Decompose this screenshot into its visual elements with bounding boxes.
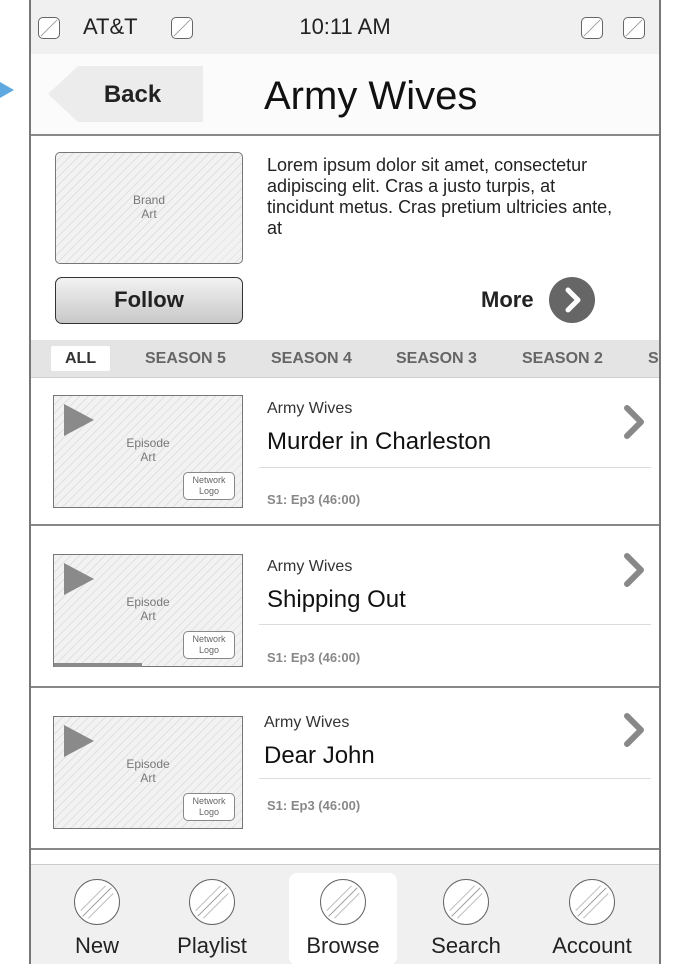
- annotation-arrow: [0, 82, 14, 98]
- show-description: Lorem ipsum dolor sit amet, consectetur …: [267, 155, 613, 238]
- search-icon: [443, 879, 489, 925]
- tab-new[interactable]: New: [49, 865, 145, 964]
- chevron-right-icon[interactable]: [621, 404, 647, 440]
- tab-season-5[interactable]: SEASON 5: [145, 346, 226, 371]
- tab-all[interactable]: ALL: [51, 346, 111, 371]
- status-bar: AT&T 10:11 AM: [31, 0, 659, 54]
- episode-art-label: Episode Art: [126, 595, 170, 623]
- episode-row[interactable]: Episode Art Network Logo Army Wives Dear J…: [31, 688, 659, 850]
- episode-show-name: Army Wives: [267, 558, 353, 575]
- browse-icon: [320, 879, 366, 925]
- tab-season-3[interactable]: SEASON 3: [396, 346, 477, 371]
- tab-search-label: Search: [431, 933, 501, 958]
- play-icon: [64, 725, 94, 757]
- watch-progress-bar: [54, 663, 143, 667]
- page-title: Army Wives: [264, 74, 478, 118]
- episode-art-placeholder[interactable]: Episode Art Network Logo: [53, 395, 243, 508]
- back-button-label: Back: [103, 81, 162, 108]
- play-icon: [64, 563, 94, 595]
- more-link[interactable]: More: [481, 287, 534, 313]
- episode-art-placeholder[interactable]: Episode Art Network Logo: [53, 716, 243, 829]
- back-button[interactable]: Back: [48, 66, 203, 122]
- chevron-right-icon: [565, 287, 581, 313]
- episode-show-name: Army Wives: [267, 400, 353, 417]
- tab-season-more[interactable]: SE: [648, 346, 659, 371]
- network-logo-placeholder: Network Logo: [183, 631, 235, 659]
- episode-row[interactable]: Episode Art Network Logo Army Wives Murder…: [31, 378, 659, 526]
- season-tabs: ALL SEASON 5 SEASON 4 SEASON 3 SEASON 2 …: [31, 340, 659, 378]
- episode-art-label: Episode Art: [126, 757, 170, 785]
- episode-art-label: Episode Art: [126, 436, 170, 464]
- episode-meta: S1: Ep3 (46:00): [267, 492, 361, 507]
- tab-season-4[interactable]: SEASON 4: [271, 346, 352, 371]
- brand-art-placeholder: Brand Art: [55, 152, 243, 264]
- playlist-icon: [189, 879, 235, 925]
- episode-row[interactable]: Episode Art Network Logo Army Wives Shippi…: [31, 526, 659, 688]
- episode-title: Murder in Charleston: [267, 428, 492, 455]
- account-icon: [569, 879, 615, 925]
- tab-browse-label: Browse: [306, 933, 380, 958]
- tab-browse[interactable]: Browse: [289, 873, 397, 964]
- episode-art-placeholder[interactable]: Episode Art Network Logo: [53, 554, 243, 667]
- brand-art-label: Brand Art: [132, 193, 166, 221]
- tab-playlist[interactable]: Playlist: [157, 865, 267, 964]
- tab-search[interactable]: Search: [411, 865, 521, 964]
- clock: 10:11 AM: [299, 14, 391, 39]
- network-logo-placeholder: Network Logo: [183, 472, 235, 500]
- chevron-right-icon[interactable]: [621, 712, 647, 748]
- new-icon: [74, 879, 120, 925]
- episode-meta: S1: Ep3 (46:00): [267, 798, 361, 813]
- tab-playlist-label: Playlist: [177, 933, 247, 958]
- phone-frame: AT&T 10:11 AM Back Army Wives Brand Art L…: [29, 0, 661, 964]
- tab-account-label: Account: [552, 933, 632, 958]
- row-divider: [259, 778, 651, 779]
- tab-account[interactable]: Account: [535, 865, 649, 964]
- network-logo-placeholder: Network Logo: [183, 793, 235, 821]
- episode-title: Shipping Out: [267, 586, 406, 613]
- tab-season-2[interactable]: SEASON 2: [522, 346, 603, 371]
- episode-show-name: Army Wives: [264, 714, 350, 731]
- tab-new-label: New: [74, 933, 119, 958]
- chevron-right-icon[interactable]: [621, 552, 647, 588]
- bluetooth-icon: [581, 17, 603, 39]
- play-icon: [64, 404, 94, 436]
- row-divider: [259, 624, 651, 625]
- episode-title: Dear John: [264, 742, 375, 769]
- more-button[interactable]: [549, 277, 595, 323]
- bottom-tab-bar: New Playlist Browse Search Account: [31, 864, 659, 964]
- follow-button[interactable]: Follow: [55, 277, 243, 324]
- navigation-bar: Back Army Wives: [31, 54, 659, 136]
- episode-meta: S1: Ep3 (46:00): [267, 650, 361, 665]
- battery-icon: [623, 17, 645, 39]
- row-divider: [259, 467, 651, 468]
